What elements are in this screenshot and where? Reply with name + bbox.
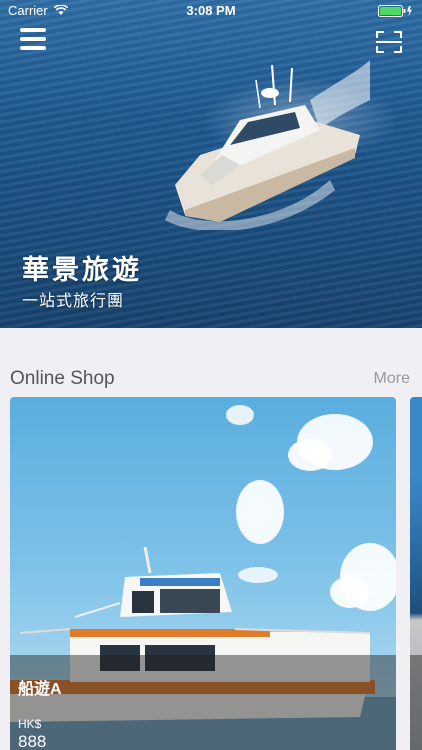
hero-banner[interactable]: Carrier 3:08 PM 華景旅遊 一站式旅行團	[0, 0, 422, 328]
product-price: 888	[18, 732, 47, 750]
product-card[interactable]: 船遊A HK$ 888	[10, 397, 396, 750]
clock-time: 3:08 PM	[186, 3, 236, 18]
menu-icon[interactable]	[20, 28, 48, 54]
product-name: 船遊A	[18, 681, 62, 698]
product-info-overlay	[10, 655, 396, 750]
next-product-overlay	[410, 655, 422, 750]
next-product-card-peek[interactable]	[410, 397, 422, 750]
battery-icon	[378, 5, 412, 17]
product-currency: HK$	[18, 717, 42, 731]
hero-subtitle: 一站式旅行團	[22, 293, 125, 310]
app-screen: Carrier 3:08 PM 華景旅遊 一站式旅行團 Online Shop …	[0, 0, 422, 750]
status-bar: Carrier 3:08 PM	[0, 0, 422, 22]
hero-title: 華景旅遊	[22, 255, 142, 285]
more-link[interactable]: More	[374, 370, 410, 388]
online-shop-heading: Online Shop	[10, 368, 115, 389]
qr-scan-icon[interactable]	[376, 30, 402, 54]
hero-boat-image	[165, 60, 370, 230]
